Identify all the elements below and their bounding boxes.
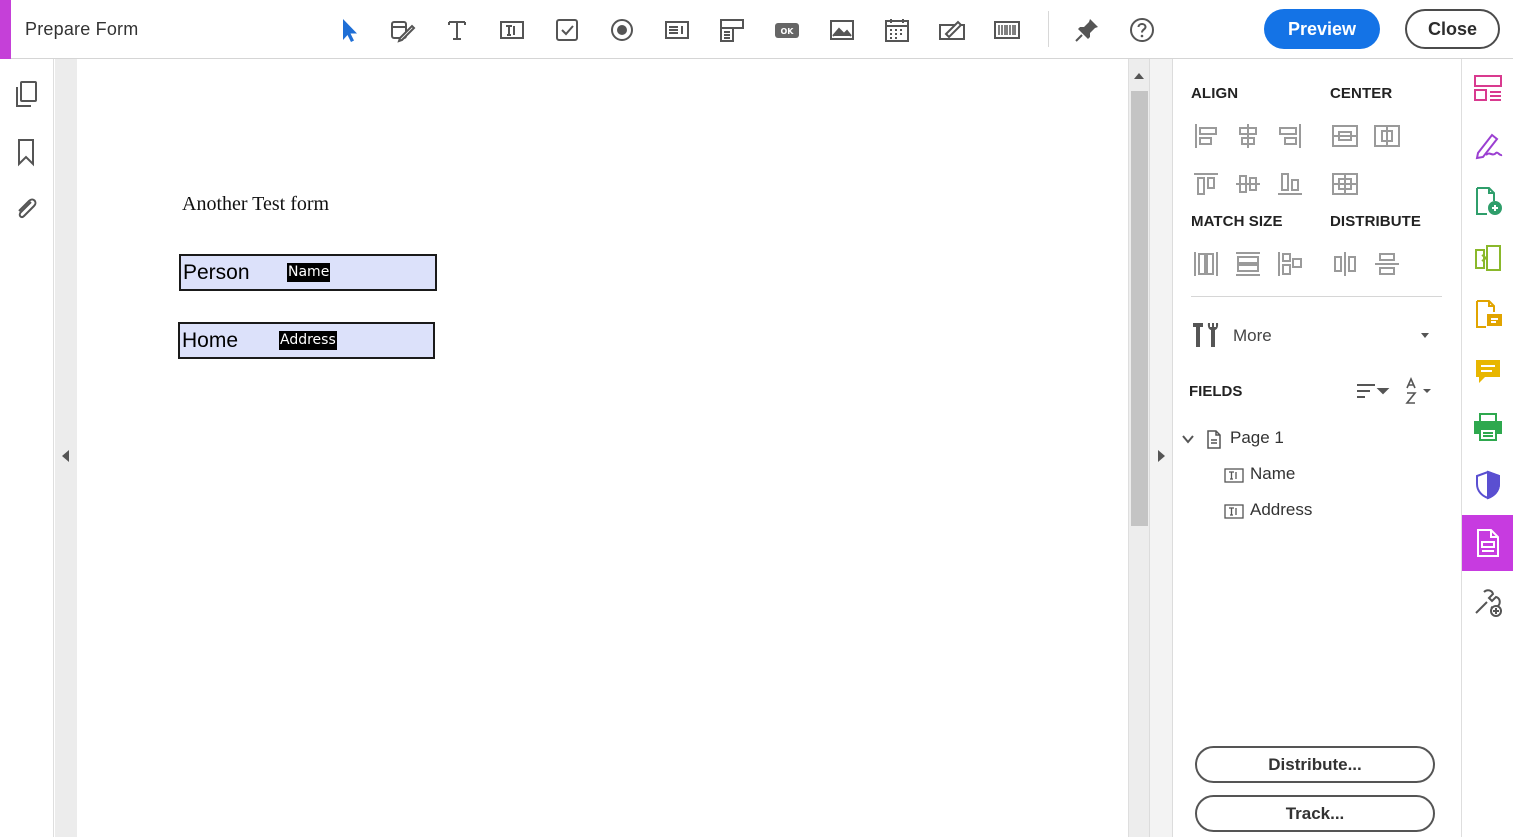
date-field-icon[interactable] <box>879 12 915 48</box>
preview-button[interactable]: Preview <box>1264 9 1380 49</box>
form-field-name[interactable]: Person Name <box>179 254 437 291</box>
tree-field-item[interactable]: Address <box>1250 500 1312 520</box>
ok-glyph: OK <box>781 27 795 36</box>
help-icon[interactable] <box>1124 12 1160 48</box>
align-top-icon[interactable] <box>1191 169 1221 199</box>
fields-heading: FIELDS <box>1189 383 1243 400</box>
text-field-icon <box>1224 467 1244 483</box>
create-pdf-icon[interactable] <box>1462 176 1513 226</box>
match-width-icon[interactable] <box>1233 249 1263 279</box>
comment-icon[interactable] <box>1462 346 1513 396</box>
fill-and-sign-icon[interactable] <box>1462 120 1513 170</box>
center-heading: CENTER <box>1330 85 1393 102</box>
export-pdf-icon[interactable] <box>1462 289 1513 339</box>
distribute-vertically-icon[interactable] <box>1372 249 1402 279</box>
align-horizontal-center-icon[interactable] <box>1233 121 1263 151</box>
match-height-icon[interactable] <box>1191 249 1221 279</box>
tools-rail <box>1461 59 1513 837</box>
distribute-button[interactable]: Distribute... <box>1195 746 1435 783</box>
form-field-address[interactable]: Home Address <box>178 322 435 359</box>
more-dropdown-icon[interactable] <box>1421 333 1429 338</box>
align-bottom-icon[interactable] <box>1275 169 1305 199</box>
barcode-field-icon[interactable] <box>989 12 1025 48</box>
toolbar-separator <box>1048 11 1049 47</box>
prepare-form-icon[interactable] <box>1462 515 1513 571</box>
combine-files-icon[interactable] <box>1462 233 1513 283</box>
form-title: Another Test form <box>182 193 330 215</box>
attachments-icon[interactable] <box>12 193 40 223</box>
tree-page-label[interactable]: Page 1 <box>1230 428 1284 448</box>
prepare-form-panel: ALIGN CENTER MATCH SIZE DISTRIBUTE More … <box>1173 59 1461 837</box>
align-vertical-center-icon[interactable] <box>1233 169 1263 199</box>
top-toolbar: Prepare Form OK Preview Close <box>0 0 1513 59</box>
scroll-up-arrow-icon[interactable] <box>1134 73 1144 79</box>
align-left-icon[interactable] <box>1191 121 1221 151</box>
center-both-icon[interactable] <box>1330 169 1360 199</box>
sort-order-icon[interactable] <box>1355 377 1391 405</box>
print-production-icon[interactable] <box>1462 402 1513 452</box>
vertical-scrollbar[interactable] <box>1128 59 1149 837</box>
more-tools-icon[interactable] <box>1462 577 1513 627</box>
center-vertically-icon[interactable] <box>1372 121 1402 151</box>
organize-pages-icon[interactable] <box>1462 63 1513 113</box>
page-thumbnails-icon[interactable] <box>12 79 40 109</box>
document-canvas: Another Test form Person Name Home Addre… <box>77 59 1128 837</box>
field-name-tag: Name <box>287 263 331 282</box>
checkbox-icon[interactable] <box>549 12 585 48</box>
signature-field-icon[interactable] <box>934 12 970 48</box>
text-field-icon[interactable] <box>494 12 530 48</box>
tool-accent-bar <box>0 0 11 59</box>
track-button[interactable]: Track... <box>1195 795 1435 832</box>
more-label[interactable]: More <box>1233 326 1272 346</box>
left-navigation-pane <box>0 59 54 837</box>
align-right-icon[interactable] <box>1275 121 1305 151</box>
field-name-tag: Address <box>279 331 337 350</box>
align-heading: ALIGN <box>1191 85 1239 102</box>
bookmarks-icon[interactable] <box>12 137 40 167</box>
match-size-heading: MATCH SIZE <box>1191 213 1283 230</box>
chevron-down-icon[interactable] <box>1181 432 1195 446</box>
page-icon <box>1206 430 1222 449</box>
tools-icon[interactable] <box>1189 319 1221 351</box>
list-box-icon[interactable] <box>659 12 695 48</box>
tool-title: Prepare Form <box>25 19 139 39</box>
image-field-icon[interactable] <box>824 12 860 48</box>
pin-icon[interactable] <box>1069 12 1105 48</box>
dropdown-icon[interactable] <box>714 12 750 48</box>
select-arrow-icon[interactable] <box>330 12 366 48</box>
edit-field-icon[interactable] <box>384 12 420 48</box>
tree-field-item[interactable]: Name <box>1250 464 1295 484</box>
match-both-icon[interactable] <box>1275 249 1305 279</box>
add-text-icon[interactable] <box>439 12 475 48</box>
field-label: Person <box>183 261 250 284</box>
radio-button-icon[interactable] <box>604 12 640 48</box>
center-horizontally-icon[interactable] <box>1330 121 1360 151</box>
field-label: Home <box>182 329 239 352</box>
scroll-thumb[interactable] <box>1131 91 1148 526</box>
collapse-left-arrow-icon[interactable] <box>62 450 69 462</box>
distribute-horizontally-icon[interactable] <box>1330 249 1360 279</box>
button-field-icon[interactable]: OK <box>769 12 805 48</box>
distribute-heading: DISTRIBUTE <box>1330 213 1421 230</box>
panel-divider <box>1191 296 1442 297</box>
close-button[interactable]: Close <box>1405 9 1500 49</box>
protect-shield-icon[interactable] <box>1462 460 1513 510</box>
left-pane-collapse[interactable] <box>55 59 77 837</box>
sort-alphabetical-icon[interactable] <box>1403 375 1433 407</box>
right-pane-collapse[interactable] <box>1149 59 1173 837</box>
text-field-icon <box>1224 503 1244 519</box>
collapse-right-arrow-icon[interactable] <box>1158 450 1165 462</box>
